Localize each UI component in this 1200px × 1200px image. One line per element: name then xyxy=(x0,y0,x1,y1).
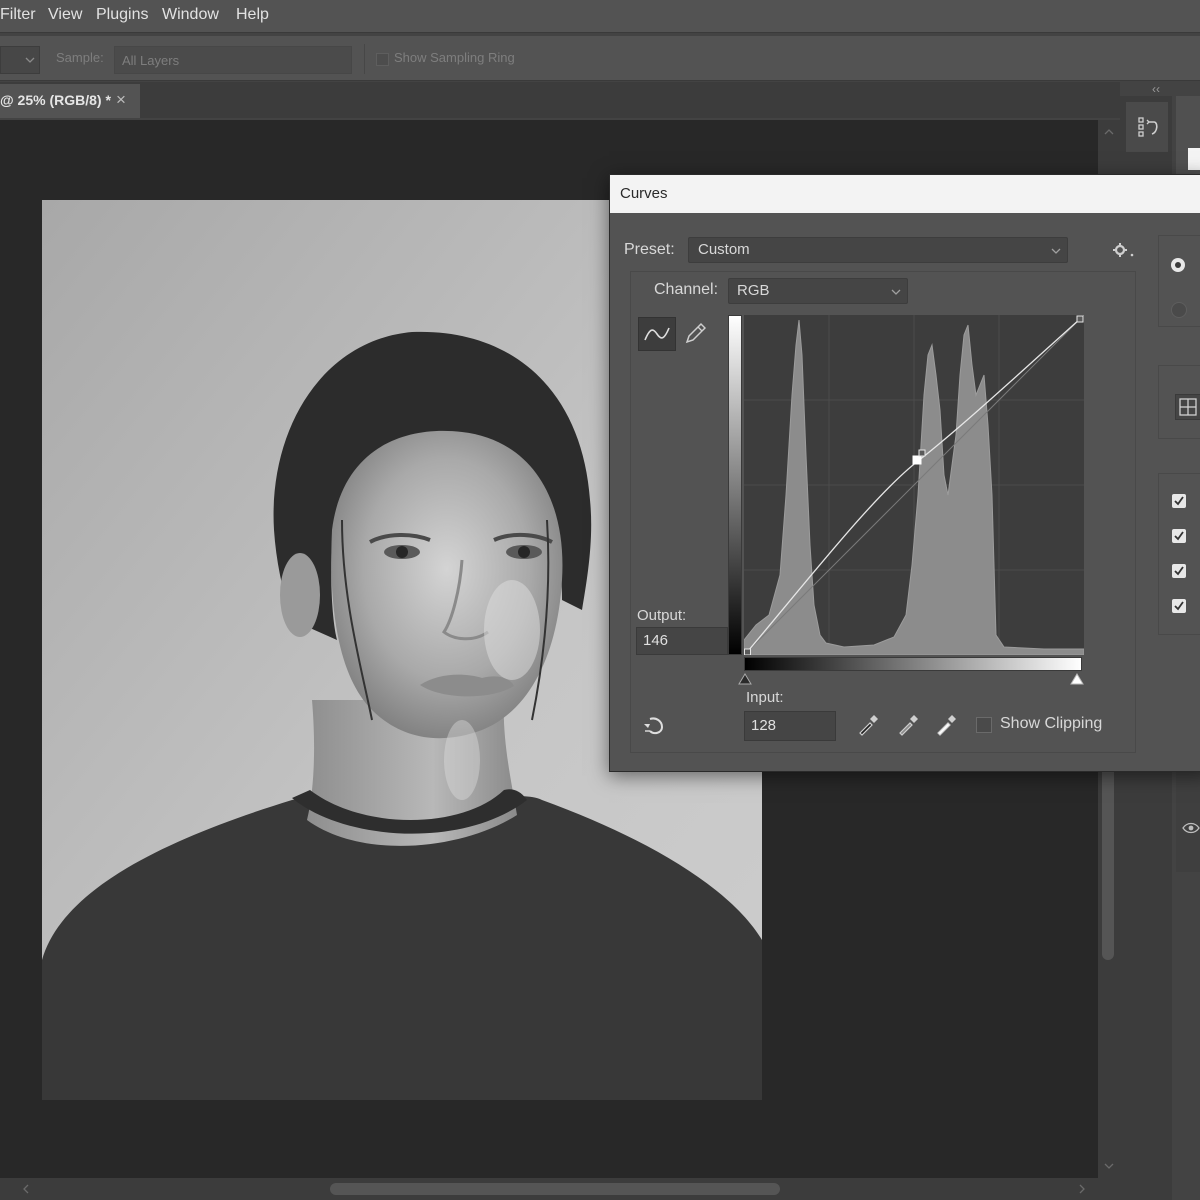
menu-bar: Filter View Plugins Window Help xyxy=(0,0,1200,33)
white-point-slider[interactable] xyxy=(1070,673,1084,685)
menu-filter[interactable]: Filter xyxy=(0,6,36,24)
output-gradient-bar xyxy=(728,315,742,655)
scroll-down-icon[interactable] xyxy=(1104,1162,1114,1170)
pencil-icon[interactable] xyxy=(684,321,706,345)
curve-point xyxy=(918,449,926,457)
output-field[interactable]: 146 xyxy=(636,627,728,655)
document-tab-bar xyxy=(0,82,1120,118)
curve-point-black xyxy=(744,648,751,655)
scroll-left-icon[interactable] xyxy=(22,1184,30,1194)
gray-eyedropper-icon[interactable] xyxy=(896,713,920,737)
close-icon[interactable]: × xyxy=(116,90,126,110)
curves-graph[interactable] xyxy=(744,315,1084,655)
channel-dropdown[interactable]: RGB xyxy=(728,278,908,304)
option-checkbox-2[interactable] xyxy=(1172,529,1186,543)
horizontal-scroll-thumb[interactable] xyxy=(330,1183,780,1195)
input-field[interactable]: 128 xyxy=(744,711,836,741)
curve-point-selected xyxy=(912,455,922,465)
input-label: Input: xyxy=(746,689,784,706)
black-point-slider[interactable] xyxy=(738,673,752,685)
dialog-title: Curves xyxy=(620,185,668,202)
preset-value: Custom xyxy=(698,241,750,258)
curves-dialog: Curves Preset: Custom Channel: RGB Outpu… xyxy=(609,174,1200,772)
history-icon xyxy=(1138,117,1158,137)
dialog-title-bar[interactable]: Curves xyxy=(610,175,1200,213)
white-eyedropper-icon[interactable] xyxy=(934,713,958,737)
show-clipping-checkbox[interactable] xyxy=(976,717,992,733)
options-bar: Sample: All Layers Show Sampling Ring xyxy=(0,36,1200,81)
foreground-swatch[interactable] xyxy=(1188,148,1200,170)
chevron-down-icon xyxy=(891,289,901,295)
option-checkbox-1[interactable] xyxy=(1172,494,1186,508)
option-checkbox-4[interactable] xyxy=(1172,599,1186,613)
curve-point-white xyxy=(1076,315,1084,323)
sample-label: Sample: xyxy=(56,50,104,65)
horizontal-scrollbar[interactable] xyxy=(0,1178,1120,1200)
layers-panel-edge xyxy=(1176,772,1200,872)
history-panel-button[interactable] xyxy=(1126,102,1168,152)
vertical-scroll-thumb[interactable] xyxy=(1102,740,1114,960)
preset-label: Preset: xyxy=(624,241,675,258)
output-value: 146 xyxy=(643,632,669,649)
black-eyedropper-icon[interactable] xyxy=(856,713,880,737)
scroll-up-icon[interactable] xyxy=(1104,128,1114,136)
input-gradient-bar xyxy=(744,657,1082,671)
preset-dropdown[interactable]: Custom xyxy=(688,237,1068,263)
collapse-panels-icon[interactable]: ‹‹ xyxy=(1152,82,1160,96)
document-tab-title: @ 25% (RGB/8) * xyxy=(0,92,111,108)
show-clipping-label: Show Clipping xyxy=(1000,715,1103,732)
show-amount-group xyxy=(1158,235,1200,327)
pigment-radio[interactable] xyxy=(1171,302,1187,318)
menu-view[interactable]: View xyxy=(48,6,82,24)
gear-icon[interactable] xyxy=(1112,241,1136,259)
grid-icon xyxy=(1179,398,1197,416)
light-radio-selected[interactable] xyxy=(1171,258,1185,272)
sample-dropdown[interactable]: All Layers xyxy=(114,46,352,74)
option-checkbox-3[interactable] xyxy=(1172,564,1186,578)
output-label: Output: xyxy=(637,607,687,624)
sample-value: All Layers xyxy=(122,53,180,68)
targeted-adjustment-icon[interactable] xyxy=(642,715,670,737)
show-sampling-ring-label: Show Sampling Ring xyxy=(394,50,515,65)
menu-help[interactable]: Help xyxy=(236,6,269,24)
input-value: 128 xyxy=(751,717,777,734)
scroll-right-icon[interactable] xyxy=(1078,1184,1086,1194)
menu-window[interactable]: Window xyxy=(162,6,219,24)
curve-tool-button[interactable] xyxy=(638,317,676,351)
show-sampling-ring-checkbox[interactable] xyxy=(376,53,389,66)
divider xyxy=(364,44,365,74)
channel-label: Channel: xyxy=(654,281,719,298)
document-tab[interactable]: @ 25% (RGB/8) * × xyxy=(0,84,140,118)
channel-value: RGB xyxy=(737,282,770,299)
chevron-down-icon xyxy=(1051,248,1061,254)
curve-tool-icon xyxy=(644,327,670,341)
menu-plugins[interactable]: Plugins xyxy=(96,6,148,24)
grid-size-group xyxy=(1158,365,1200,439)
grid-size-button[interactable] xyxy=(1175,394,1200,420)
chevron-down-icon xyxy=(25,57,35,63)
show-options-group xyxy=(1158,473,1200,635)
tool-preset-dropdown[interactable] xyxy=(0,46,40,74)
eye-icon[interactable] xyxy=(1182,822,1200,834)
